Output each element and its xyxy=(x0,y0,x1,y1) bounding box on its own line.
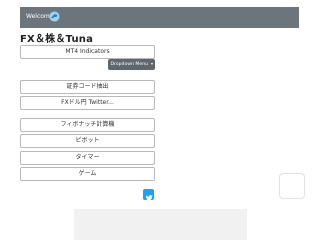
top-navbar: Welcome! xyxy=(20,7,299,28)
app-title: FX＆株＆Tuna xyxy=(20,34,94,45)
fx-usdjpy-twitter-button[interactable]: FXドル円 Twitter... xyxy=(20,96,155,110)
fibonacci-calculator-button[interactable]: フィボナッチ計算機 xyxy=(20,118,155,132)
dropdown-menu-button[interactable]: Dropdown Menu xyxy=(108,59,155,70)
game-button[interactable]: ゲーム xyxy=(20,167,155,181)
stock-code-extract-button[interactable]: 証券コード抽出 xyxy=(20,80,155,94)
caret-down-icon xyxy=(150,62,153,65)
scroll-to-top-button[interactable] xyxy=(279,173,305,199)
pivot-button[interactable]: ピボット xyxy=(20,134,155,148)
ad-banner xyxy=(74,209,247,240)
mt4-indicators-button[interactable]: MT4 Indicators xyxy=(20,45,155,59)
twitter-button[interactable] xyxy=(143,189,154,201)
dolphin-icon[interactable] xyxy=(49,11,60,22)
twitter-icon xyxy=(145,195,153,201)
timer-button[interactable]: タイマー xyxy=(20,151,155,165)
dropdown-menu-label: Dropdown Menu xyxy=(110,62,149,67)
